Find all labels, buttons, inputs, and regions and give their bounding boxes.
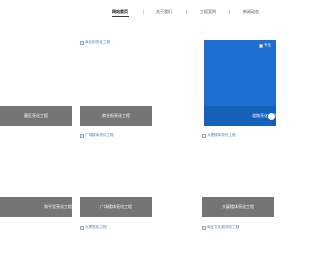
project-caption[interactable]: 广场楼体亮化工程: [80, 197, 152, 217]
image-overlay-text: 专业: [264, 43, 272, 47]
project-caption[interactable]: 和平里亮化工程: [0, 197, 72, 217]
project-caption[interactable]: 墨区亮化工程: [0, 106, 72, 126]
image-alt-text: 大厦亮化工程: [85, 225, 107, 229]
project-card-active[interactable]: 专业 道路亮化工程: [204, 40, 276, 126]
image-alt-text: 商业文化城亮化工程: [207, 225, 240, 229]
project-card[interactable]: 和平里亮化工程: [0, 133, 72, 217]
image-alt-text: 大厦楼体亮化工程: [207, 133, 236, 137]
broken-image-placeholder: 大厦亮化工程: [80, 225, 107, 230]
project-image[interactable]: 大厦亮化工程: [80, 225, 152, 269]
broken-image-icon: [80, 40, 84, 45]
top-nav: 网站首页 | 关于我们 | 工程案例 | 新闻动态: [0, 0, 275, 26]
chevron-right-icon[interactable]: [268, 113, 275, 120]
project-caption[interactable]: 商业街亮化工程: [80, 106, 152, 126]
project-caption[interactable]: 道路亮化工程: [204, 106, 276, 126]
nav-active-underline: [112, 16, 129, 17]
broken-image-icon: [202, 225, 206, 230]
broken-image-placeholder: 专业: [259, 43, 271, 48]
project-card[interactable]: 大厦亮化工程: [80, 225, 152, 269]
nav-separator: |: [143, 9, 145, 14]
nav-item-about[interactable]: 关于我们: [156, 9, 172, 14]
project-card[interactable]: 商业文化城亮化工程: [202, 225, 274, 269]
project-card[interactable]: 墨区亮化工程: [0, 40, 72, 126]
project-image[interactable]: 商业文化城亮化工程: [202, 225, 274, 269]
image-alt-text: 广场楼体亮化工程: [85, 133, 114, 137]
nav-item-cases[interactable]: 工程案例: [200, 9, 216, 14]
nav-separator: |: [186, 9, 188, 14]
image-alt-text: 商业街亮化工程: [85, 40, 111, 44]
broken-image-icon: [259, 43, 263, 48]
broken-image-icon: [80, 133, 84, 138]
nav-item-home[interactable]: 网站首页: [112, 9, 128, 14]
broken-image-placeholder: 大厦楼体亮化工程: [202, 133, 236, 138]
broken-image-icon: [80, 225, 84, 230]
project-card[interactable]: 广场楼体亮化工程 广场楼体亮化工程: [80, 133, 152, 217]
project-card[interactable]: 大厦楼体亮化工程 大厦楼体亮化工程: [202, 133, 274, 217]
project-caption[interactable]: 大厦楼体亮化工程: [202, 197, 274, 217]
nav-item-news[interactable]: 新闻动态: [243, 9, 259, 14]
broken-image-icon: [202, 133, 206, 138]
nav-separator: |: [229, 9, 231, 14]
broken-image-placeholder: 商业文化城亮化工程: [202, 225, 239, 230]
project-card[interactable]: 商业街亮化工程 商业街亮化工程: [80, 40, 152, 126]
broken-image-placeholder: 商业街亮化工程: [80, 40, 110, 45]
broken-image-placeholder: 广场楼体亮化工程: [80, 133, 114, 138]
